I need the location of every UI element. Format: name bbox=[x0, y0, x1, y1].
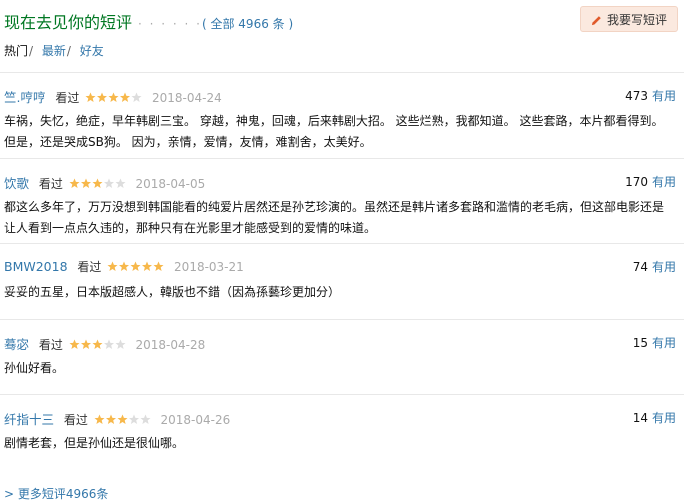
comment-item: 蓦宓 看过 2018-04-28 15 有用 孙仙好看。 bbox=[0, 319, 684, 394]
star-filled-icon bbox=[69, 339, 80, 349]
star-filled-icon bbox=[130, 261, 141, 271]
stars-svg bbox=[69, 339, 126, 349]
star-filled-icon bbox=[142, 261, 153, 271]
vote-area: 74 有用 bbox=[633, 258, 676, 275]
comment-meta: 蓦宓 看过 2018-04-28 15 有用 bbox=[4, 334, 680, 352]
stars-svg bbox=[85, 92, 142, 102]
star-filled-icon bbox=[117, 414, 128, 424]
vote-area: 14 有用 bbox=[633, 409, 676, 426]
rating-stars bbox=[85, 92, 142, 106]
star-empty-icon bbox=[115, 178, 126, 188]
useful-button[interactable]: 有用 bbox=[652, 336, 676, 350]
comment-meta: 饮歌 看过 2018-04-05 170 有用 bbox=[4, 173, 680, 191]
comment-date: 2018-03-21 bbox=[174, 260, 244, 274]
watched-status: 看过 bbox=[55, 91, 80, 105]
tab-friends[interactable]: 好友 bbox=[80, 44, 104, 58]
stars-svg bbox=[69, 178, 126, 188]
star-filled-icon bbox=[69, 178, 80, 188]
comment-author[interactable]: 竺.哼哼 bbox=[4, 90, 45, 105]
tab-hot[interactable]: 热门 bbox=[4, 44, 28, 58]
useful-button[interactable]: 有用 bbox=[652, 411, 676, 425]
sort-tabs: 热门/ 最新/ 好友 bbox=[4, 42, 104, 59]
vote-count: 14 bbox=[632, 411, 648, 425]
rating-stars bbox=[69, 339, 126, 353]
watched-status: 看过 bbox=[38, 338, 63, 352]
star-filled-icon bbox=[92, 178, 103, 188]
star-empty-icon bbox=[103, 339, 114, 349]
rating-stars bbox=[69, 178, 126, 192]
vote-count: 473 bbox=[625, 89, 648, 103]
star-filled-icon bbox=[153, 261, 164, 271]
comment-date: 2018-04-24 bbox=[151, 91, 222, 105]
comment-author[interactable]: 饮歌 bbox=[4, 176, 29, 191]
watched-status: 看过 bbox=[77, 260, 102, 274]
star-filled-icon bbox=[85, 92, 96, 102]
comment-date: 2018-04-28 bbox=[135, 338, 206, 352]
comment-meta: BMW2018 看过 2018-03-21 74 有用 bbox=[4, 258, 680, 276]
star-filled-icon bbox=[108, 92, 119, 102]
star-filled-icon bbox=[107, 261, 118, 271]
vote-area: 170 有用 bbox=[625, 173, 676, 190]
comment-text: 孙仙好看。 bbox=[4, 361, 65, 375]
comment-author[interactable]: BMW2018 bbox=[4, 259, 68, 274]
comment-meta: 纤指十三 看过 2018-04-26 14 有用 bbox=[4, 409, 680, 427]
all-comments-count-link[interactable]: ( 全部 4966 条 ) bbox=[202, 17, 293, 31]
comment-item: 竺.哼哼 看过 2018-04-24 473 有用 车祸，失忆，绝症，早年韩剧三宝… bbox=[0, 72, 684, 158]
comment-author[interactable]: 纤指十三 bbox=[4, 412, 54, 427]
vote-count: 15 bbox=[632, 336, 648, 350]
vote-area: 473 有用 bbox=[625, 87, 676, 104]
star-filled-icon bbox=[94, 414, 105, 424]
rating-stars bbox=[94, 414, 151, 428]
star-filled-icon bbox=[80, 339, 91, 349]
comment-item: BMW2018 看过 2018-03-21 74 有用 妥妥的五星，日本版超感人，… bbox=[0, 243, 684, 319]
title-dots: · · · · · · bbox=[138, 17, 202, 31]
useful-button[interactable]: 有用 bbox=[652, 89, 676, 103]
section-title: 现在去见你的短评 · · · · · ·( 全部 4966 条 ) bbox=[4, 9, 293, 33]
comment-list: 竺.哼哼 看过 2018-04-24 473 有用 车祸，失忆，绝症，早年韩剧三宝… bbox=[0, 72, 684, 464]
star-filled-icon bbox=[97, 92, 108, 102]
write-comment-button[interactable]: 我要写短评 bbox=[579, 6, 678, 32]
watched-status: 看过 bbox=[63, 413, 88, 427]
star-empty-icon bbox=[103, 178, 114, 188]
vote-count: 74 bbox=[632, 260, 648, 274]
comments-header: 现在去见你的短评 · · · · · ·( 全部 4966 条 ) 我要写短评 bbox=[4, 6, 678, 32]
comment-item: 饮歌 看过 2018-04-05 170 有用 都这么多年了，万万没想到韩国能看的… bbox=[0, 158, 684, 243]
comment-text: 车祸，失忆，绝症，早年韩剧三宝。 穿越，神鬼，回魂，后来韩剧大招。 这些烂熟，我… bbox=[4, 114, 664, 149]
comment-meta: 竺.哼哼 看过 2018-04-24 473 有用 bbox=[4, 87, 680, 105]
tab-separator: / bbox=[66, 44, 71, 58]
star-filled-icon bbox=[120, 92, 131, 102]
comment-item: 纤指十三 看过 2018-04-26 14 有用 剧情老套，但是孙仙还是很仙哪。 bbox=[0, 394, 684, 464]
star-filled-icon bbox=[105, 414, 116, 424]
comment-text: 剧情老套，但是孙仙还是很仙哪。 bbox=[4, 436, 185, 450]
useful-button[interactable]: 有用 bbox=[652, 260, 676, 274]
comment-date: 2018-04-05 bbox=[135, 177, 206, 191]
comment-text: 妥妥的五星，日本版超感人，韓版也不錯（因為孫藝珍更加分） bbox=[4, 285, 341, 299]
write-comment-label: 我要写短评 bbox=[606, 13, 667, 27]
rating-stars bbox=[107, 261, 164, 275]
vote-area: 15 有用 bbox=[633, 334, 676, 351]
comment-author[interactable]: 蓦宓 bbox=[4, 337, 29, 352]
stars-svg bbox=[94, 414, 151, 424]
tab-latest[interactable]: 最新 bbox=[42, 44, 66, 58]
watched-status: 看过 bbox=[38, 177, 63, 191]
star-empty-icon bbox=[131, 92, 142, 102]
useful-button[interactable]: 有用 bbox=[652, 175, 676, 189]
star-empty-icon bbox=[128, 414, 139, 424]
star-empty-icon bbox=[140, 414, 151, 424]
tab-separator: / bbox=[29, 44, 34, 58]
section-title-text: 现在去见你的短评 bbox=[4, 13, 133, 32]
star-filled-icon bbox=[80, 178, 91, 188]
stars-svg bbox=[107, 261, 164, 271]
more-comments-link[interactable]: > 更多短评4966条 bbox=[4, 485, 108, 502]
pencil-icon bbox=[591, 16, 601, 26]
star-filled-icon bbox=[119, 261, 130, 271]
star-empty-icon bbox=[115, 339, 126, 349]
comment-text: 都这么多年了，万万没想到韩国能看的纯爱片居然还是孙艺珍演的。虽然还是韩片诸多套路… bbox=[4, 200, 665, 235]
star-filled-icon bbox=[92, 339, 103, 349]
comment-date: 2018-04-26 bbox=[160, 413, 231, 427]
vote-count: 170 bbox=[625, 175, 648, 189]
